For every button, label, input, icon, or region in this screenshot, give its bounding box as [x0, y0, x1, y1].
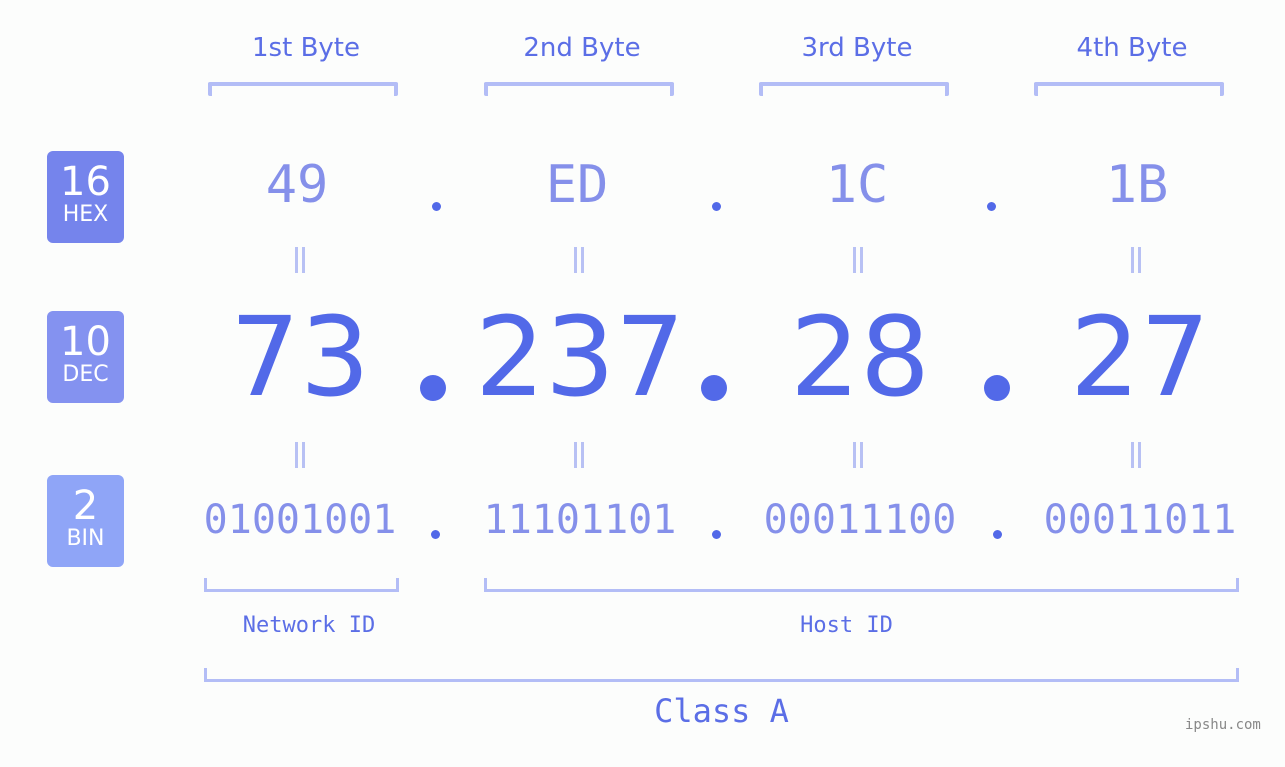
dec-separator-dot [420, 375, 446, 401]
equals-vertical-icon [573, 442, 585, 468]
equals-vertical-icon [852, 442, 864, 468]
bin-value-1: 01001001 [203, 497, 397, 543]
dec-separator-dot [701, 375, 727, 401]
equals-vertical-icon [294, 247, 306, 273]
watermark: ipshu.com [1185, 717, 1261, 733]
bin-separator-dot [431, 530, 440, 539]
hex-separator-dot [987, 202, 996, 211]
dec-name: DEC [62, 362, 109, 387]
bin-value-2: 11101101 [483, 497, 677, 543]
dec-value-1: 73 [230, 293, 370, 421]
equals-vertical-icon [1130, 442, 1142, 468]
dec-base: 10 [60, 319, 111, 365]
bin-value-3: 00011100 [763, 497, 957, 543]
equals-vertical-icon [1130, 247, 1142, 273]
bin-base: 2 [72, 483, 99, 529]
dec-badge: 10 DEC [47, 311, 124, 403]
byte-bracket-2 [484, 82, 674, 96]
byte-bracket-1 [208, 82, 398, 96]
byte-header-1: 1st Byte [252, 33, 360, 63]
hex-value-2: ED [545, 155, 609, 215]
hex-separator-dot [432, 202, 441, 211]
dec-value-2: 237 [475, 293, 685, 421]
byte-header-2: 2nd Byte [523, 33, 641, 63]
hex-name: HEX [62, 202, 109, 227]
hex-separator-dot [712, 202, 721, 211]
bin-value-4: 00011011 [1043, 497, 1237, 543]
hex-value-3: 1C [825, 155, 889, 215]
host-id-label: Host ID [800, 613, 893, 638]
byte-bracket-4 [1034, 82, 1224, 96]
byte-header-3: 3rd Byte [801, 33, 913, 63]
dec-value-4: 27 [1070, 293, 1210, 421]
equals-vertical-icon [573, 247, 585, 273]
network-id-bracket [204, 578, 399, 592]
class-bracket [204, 668, 1239, 682]
bin-separator-dot [993, 530, 1002, 539]
bin-name: BIN [66, 526, 105, 551]
ip-class-label: Class A [654, 692, 789, 730]
bin-separator-dot [712, 530, 721, 539]
equals-vertical-icon [852, 247, 864, 273]
hex-badge: 16 HEX [47, 151, 124, 243]
byte-header-4: 4th Byte [1076, 33, 1188, 63]
bin-badge: 2 BIN [47, 475, 124, 567]
hex-value-1: 49 [265, 155, 329, 215]
dec-value-3: 28 [790, 293, 930, 421]
byte-bracket-3 [759, 82, 949, 96]
network-id-label: Network ID [242, 613, 376, 638]
hex-value-4: 1B [1105, 155, 1169, 215]
equals-vertical-icon [294, 442, 306, 468]
dec-separator-dot [984, 375, 1010, 401]
host-id-bracket [484, 578, 1239, 592]
hex-base: 16 [60, 159, 111, 205]
